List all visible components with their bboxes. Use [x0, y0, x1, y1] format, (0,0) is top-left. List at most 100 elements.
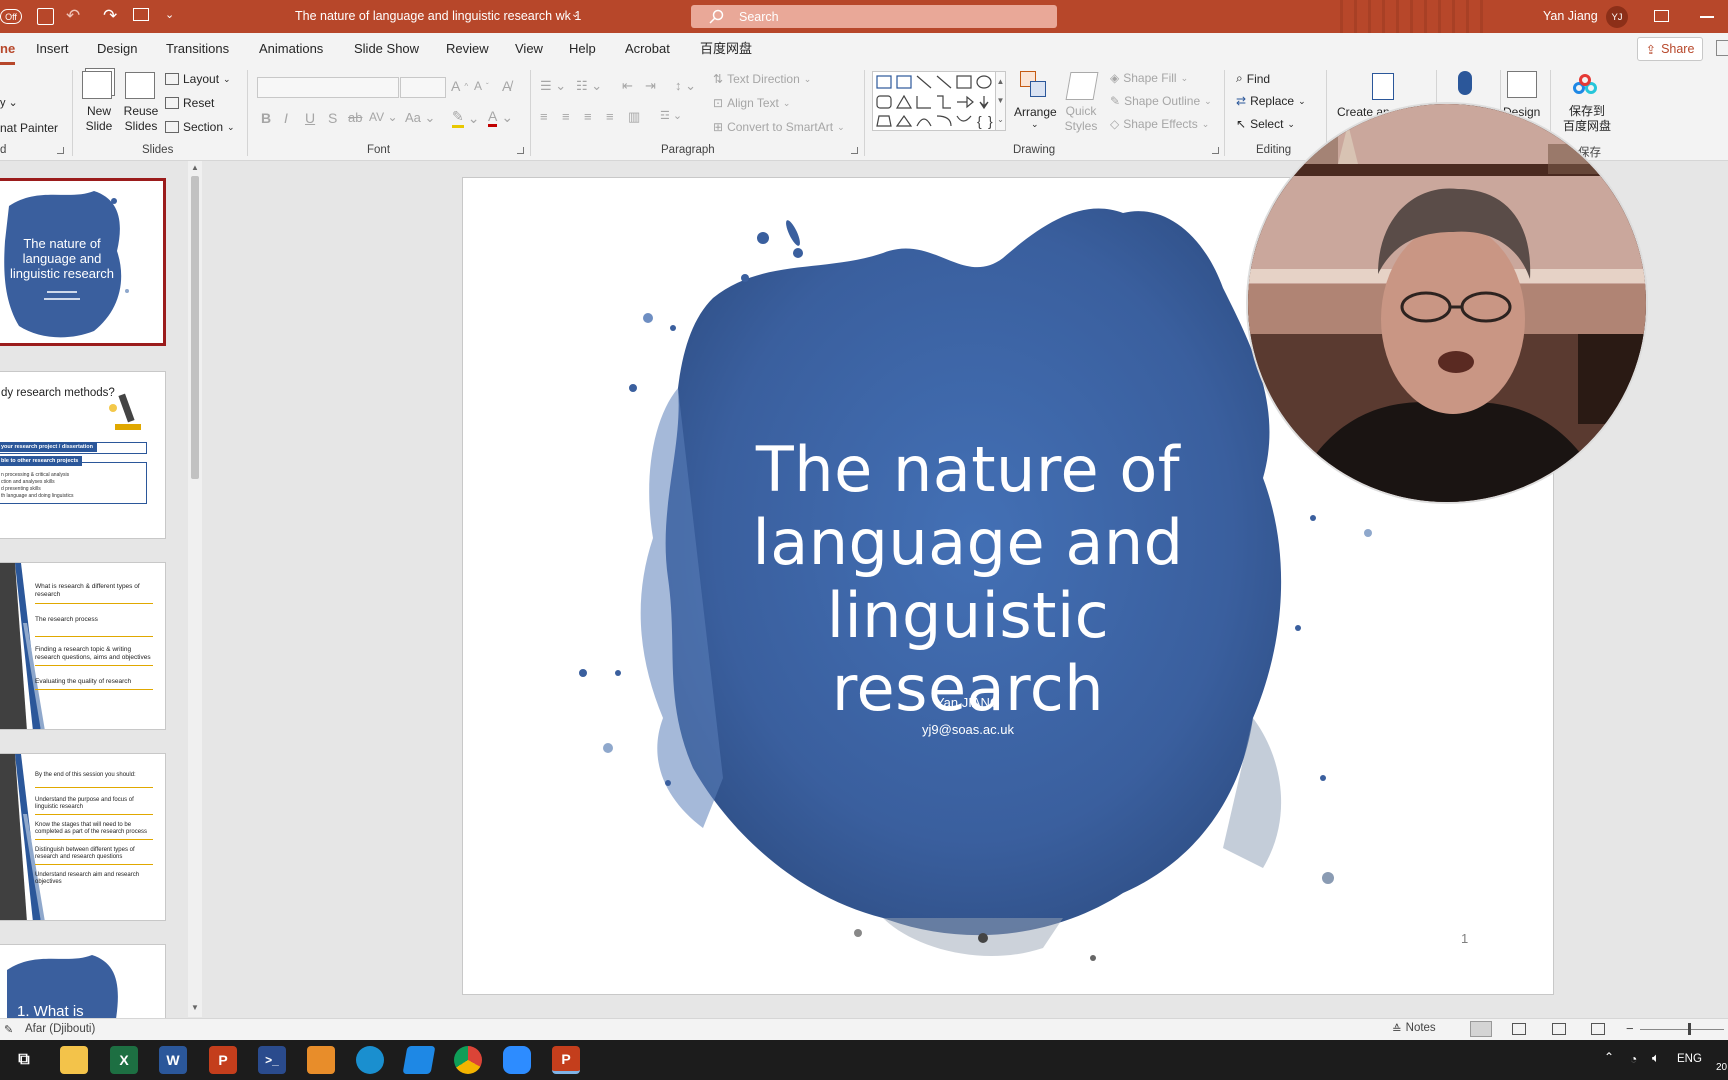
designer-icon[interactable] [1507, 71, 1537, 98]
microphone-icon[interactable] [1458, 71, 1472, 95]
align-center-icon[interactable]: ≡ [562, 109, 570, 124]
shape-fill-button[interactable]: ◈ Shape Fill ⌄ [1110, 71, 1188, 85]
clipboard-dropdown[interactable]: y ⌄ [0, 96, 18, 109]
slide-sorter-icon[interactable] [1512, 1023, 1526, 1035]
dialog-launcher-icon[interactable] [851, 147, 858, 154]
quick-styles-button[interactable]: Quick Styles [1061, 104, 1101, 134]
present-icon[interactable] [133, 8, 149, 21]
network-icon[interactable]: ◔ [1630, 1052, 1637, 1066]
scroll-up-icon[interactable]: ▲ [191, 163, 199, 172]
dialog-launcher-icon[interactable] [517, 147, 524, 154]
app-icon[interactable] [307, 1046, 335, 1074]
align-left-icon[interactable]: ≡ [540, 109, 548, 124]
slide-email[interactable]: yj9@soas.ac.uk [853, 722, 1083, 737]
baidu-cloud-icon[interactable] [1573, 74, 1599, 98]
search-box[interactable]: Search [691, 5, 1057, 28]
strikethrough-icon[interactable]: ab [348, 110, 362, 125]
font-color-icon[interactable]: A ⌄ [488, 108, 513, 127]
powerpoint-icon[interactable]: P [209, 1046, 237, 1074]
tab-slide-show[interactable]: Slide Show [354, 33, 419, 65]
reset-button[interactable]: Reset [165, 96, 214, 110]
shapes-gallery[interactable]: { } [872, 71, 1000, 131]
minimize-icon[interactable] [1700, 16, 1714, 18]
edge-icon[interactable] [356, 1046, 384, 1074]
save-to-baidu-button[interactable]: 保存到 百度网盘 [1562, 104, 1612, 134]
speaker-icon[interactable]: 🔈︎ [1652, 1050, 1660, 1066]
slide-thumbnail-2[interactable]: dy research methods? your research proje… [0, 371, 166, 539]
reuse-slides-icon[interactable] [125, 72, 155, 99]
new-slide-icon[interactable] [82, 71, 112, 99]
tab-transitions[interactable]: Transitions [166, 33, 229, 65]
comments-icon[interactable] [1716, 40, 1728, 56]
columns-icon[interactable]: ▥ [628, 109, 640, 125]
slide-thumbnail-5[interactable]: 1. What is [0, 944, 166, 1024]
zoom-out-icon[interactable]: − [1626, 1021, 1634, 1036]
tab-home[interactable]: ne [0, 33, 16, 65]
shape-effects-button[interactable]: ◇ Shape Effects ⌄ [1110, 117, 1209, 131]
slide-author[interactable]: Yan JIANG [853, 695, 1083, 710]
document-title[interactable]: The nature of language and linguistic re… [295, 0, 581, 33]
avatar[interactable]: YJ [1606, 6, 1628, 28]
slide-title[interactable]: The nature of language and linguistic re… [703, 433, 1233, 725]
zoom-slider[interactable] [1640, 1029, 1724, 1030]
shadow-icon[interactable]: S [328, 110, 337, 126]
align-right-icon[interactable]: ≡ [584, 109, 592, 124]
share-button[interactable]: ⇪ Share [1637, 37, 1703, 61]
format-painter-button[interactable]: nat Painter [0, 121, 58, 135]
clock[interactable]: 20 [1716, 1062, 1727, 1073]
tab-design[interactable]: Design [97, 33, 137, 65]
font-name-dropdown[interactable] [257, 77, 399, 98]
scroll-down-icon[interactable]: ▼ [191, 1003, 199, 1012]
user-name[interactable]: Yan Jiang [1543, 0, 1598, 33]
change-case-icon[interactable]: Aa ⌄ [405, 110, 435, 126]
arrange-icon[interactable] [1020, 71, 1048, 99]
justify-icon[interactable]: ≡ [606, 109, 614, 124]
decrease-indent-icon[interactable]: ⇤ [622, 78, 633, 94]
powershell-icon[interactable]: >_ [258, 1046, 286, 1074]
scrollbar-thumb[interactable] [191, 176, 199, 479]
tab-view[interactable]: View [515, 33, 543, 65]
select-button[interactable]: ↖ Select ⌄ [1236, 117, 1295, 131]
task-view-icon[interactable]: ⧉ [10, 1046, 38, 1074]
slideshow-view-icon[interactable] [1591, 1023, 1605, 1035]
chevron-down-icon[interactable]: ⌄ [571, 9, 579, 20]
numbering-icon[interactable]: ☷ ⌄ [576, 78, 602, 94]
zoom-slider-handle[interactable] [1688, 1023, 1691, 1035]
app-icon[interactable] [402, 1046, 436, 1074]
language-status[interactable]: Afar (Djibouti) [25, 1023, 95, 1035]
line-spacing-icon[interactable]: ↕ ⌄ [675, 78, 696, 94]
notes-button[interactable]: ≙ Notes [1392, 1022, 1436, 1036]
decrease-font-icon[interactable]: Aˇ [474, 79, 489, 93]
tab-help[interactable]: Help [569, 33, 596, 65]
increase-indent-icon[interactable]: ⇥ [645, 78, 656, 94]
slide-thumbnail-3[interactable]: What is research & different types of re… [0, 562, 166, 730]
tab-animations[interactable]: Animations [259, 33, 323, 65]
tab-acrobat[interactable]: Acrobat [625, 33, 670, 65]
highlight-icon[interactable]: ✎ ⌄ [452, 108, 479, 128]
text-direction-button[interactable]: ⇅ Text Direction ⌄ [713, 72, 811, 86]
chevron-down-icon[interactable]: ⌄ [1031, 119, 1039, 130]
arrange-button[interactable]: Arrange [1014, 105, 1057, 119]
underline-icon[interactable]: U [305, 110, 315, 126]
tray-chevron-icon[interactable]: ⌃ [1604, 1050, 1614, 1064]
customize-qat-icon[interactable]: ⌄ [165, 8, 174, 21]
ribbon-display-icon[interactable] [1654, 10, 1669, 22]
file-explorer-icon[interactable] [60, 1046, 88, 1074]
zoom-icon[interactable] [503, 1046, 531, 1074]
redo-icon[interactable]: ↷ [103, 6, 117, 26]
pdf-icon[interactable] [1372, 73, 1394, 100]
font-size-dropdown[interactable] [400, 77, 446, 98]
normal-view-icon[interactable] [1470, 1021, 1492, 1037]
italic-icon[interactable]: I [284, 110, 288, 126]
slide-thumbnail-1[interactable]: The nature of language and linguistic re… [0, 178, 166, 346]
new-slide-button[interactable]: New Slide [82, 104, 116, 134]
layout-button[interactable]: Layout ⌄ [165, 72, 231, 86]
accessibility-icon[interactable]: ✎ [4, 1023, 13, 1036]
word-icon[interactable]: W [159, 1046, 187, 1074]
shapes-scroll-icon[interactable]: ▲ ▼ ⌄ [995, 71, 1006, 131]
dialog-launcher-icon[interactable] [57, 147, 64, 154]
reuse-slides-button[interactable]: Reuse Slides [121, 104, 161, 134]
undo-icon[interactable]: ↶ [66, 6, 80, 26]
tab-review[interactable]: Review [446, 33, 489, 65]
dialog-launcher-icon[interactable] [1212, 147, 1219, 154]
